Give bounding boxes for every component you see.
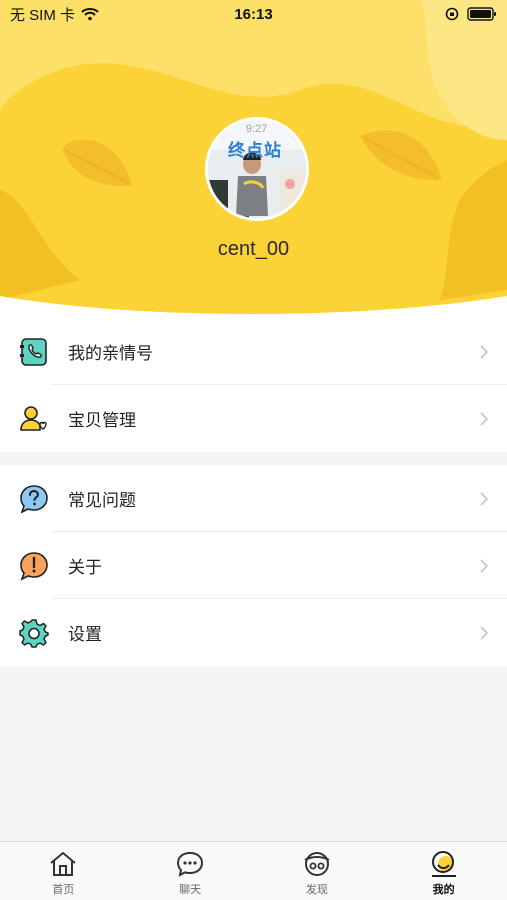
- chevron-right-icon: [480, 625, 489, 640]
- menu-group-account: 我的亲情号 宝贝管理: [0, 318, 507, 452]
- chevron-right-icon: [480, 411, 489, 426]
- tab-mine[interactable]: 我的: [380, 842, 507, 900]
- menu-item-family-numbers[interactable]: 我的亲情号: [0, 318, 507, 385]
- chevron-right-icon: [480, 344, 489, 359]
- avatar-time: 9:27: [246, 123, 268, 135]
- tab-chat[interactable]: 聊天: [127, 842, 254, 900]
- username: cent_00: [217, 238, 290, 260]
- status-bar: 无 SIM 卡 16:13: [0, 0, 507, 28]
- battery-icon: [467, 7, 496, 21]
- tab-label: 首页: [52, 884, 75, 896]
- menu-item-label: 关于: [68, 558, 102, 577]
- tab-home[interactable]: 首页: [0, 842, 127, 900]
- chevron-right-icon: [480, 491, 489, 506]
- tab-label: 我的: [432, 884, 455, 896]
- carrier-label: 无 SIM 卡: [10, 6, 76, 24]
- discover-icon: [304, 852, 330, 876]
- menu-item-label: 我的亲情号: [68, 344, 153, 363]
- phone-book-icon: [18, 336, 50, 368]
- menu-item-child-management[interactable]: 宝贝管理: [0, 385, 507, 452]
- wifi-icon: [81, 8, 99, 21]
- tab-label: 发现: [305, 884, 328, 896]
- chevron-right-icon: [480, 558, 489, 573]
- menu-item-about[interactable]: 关于: [0, 532, 507, 599]
- menu-item-faq[interactable]: 常见问题: [0, 465, 507, 532]
- orientation-lock-icon: [445, 7, 459, 21]
- tab-bar: 首页 聊天 发现 我的: [0, 841, 507, 900]
- question-icon: [18, 483, 50, 515]
- menu-item-label: 设置: [68, 625, 102, 644]
- avatar-caption: 终点站: [228, 141, 282, 161]
- tab-discover[interactable]: 发现: [254, 842, 381, 900]
- child-profile-icon: [18, 403, 50, 435]
- gear-icon: [18, 617, 50, 649]
- tab-label: 聊天: [179, 884, 202, 896]
- menu-item-label: 宝贝管理: [68, 411, 136, 430]
- exclamation-icon: [18, 550, 50, 582]
- menu-group-support: 常见问题 关于 设置: [0, 465, 507, 666]
- home-icon: [50, 852, 77, 876]
- profile-icon: [431, 851, 456, 877]
- chat-icon: [177, 851, 204, 877]
- menu-item-label: 常见问题: [68, 491, 136, 510]
- menu-item-settings[interactable]: 设置: [0, 599, 507, 666]
- avatar[interactable]: 终点站 9:27: [205, 117, 309, 221]
